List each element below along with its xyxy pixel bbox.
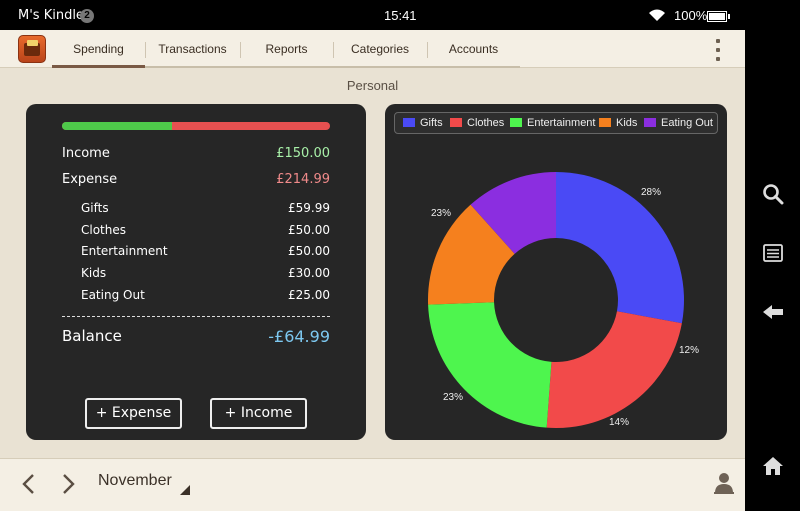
donut-chart[interactable]: 28% 23% 23% 14% 12%: [385, 104, 727, 440]
tab-divider: [145, 42, 146, 58]
app-logo-icon: [18, 35, 46, 63]
slice-percent-label: 23%: [431, 208, 451, 219]
slice-percent-label: 28%: [641, 187, 661, 198]
tab-spending[interactable]: Spending: [52, 30, 145, 68]
user-icon[interactable]: [714, 471, 734, 495]
tab-categories[interactable]: Categories: [333, 30, 427, 68]
chevron-right-icon[interactable]: [57, 471, 79, 497]
tab-transactions[interactable]: Transactions: [145, 30, 240, 68]
income-expense-bar: [62, 122, 330, 130]
tab-divider: [333, 42, 334, 58]
status-bar: M's Kindle 2 15:41 100%: [0, 0, 745, 30]
device-name: M's Kindle: [18, 8, 84, 23]
tab-reports[interactable]: Reports: [240, 30, 333, 68]
balance-value: -£64.99: [268, 327, 330, 346]
category-value: £25.00: [288, 288, 330, 302]
search-icon[interactable]: [753, 176, 793, 212]
category-value: £50.00: [288, 244, 330, 258]
divider: [62, 316, 330, 317]
donut-slice-gifts[interactable]: [556, 172, 684, 324]
slice-percent-label: 12%: [679, 345, 699, 356]
slice-percent-label: 14%: [609, 417, 629, 428]
overflow-menu-icon[interactable]: [712, 39, 724, 61]
category-label: Entertainment: [81, 244, 168, 258]
dropdown-caret-icon[interactable]: [180, 485, 190, 495]
app-window: Spending Transactions Reports Categories…: [0, 30, 745, 511]
back-arrow-icon[interactable]: [753, 294, 793, 330]
month-selector[interactable]: November: [98, 472, 172, 490]
category-value: £59.99: [288, 201, 330, 215]
notification-badge[interactable]: 2: [80, 9, 94, 23]
expense-value: £214.99: [276, 172, 330, 187]
donut-slice-clothes[interactable]: [546, 311, 682, 428]
notes-icon[interactable]: [753, 235, 793, 271]
category-label: Kids: [81, 266, 107, 280]
category-label: Eating Out: [81, 288, 145, 302]
add-income-button[interactable]: + Income: [210, 398, 307, 429]
tab-divider: [240, 42, 241, 58]
wifi-icon: [649, 9, 665, 21]
battery-percent: 100%: [674, 8, 708, 23]
income-label: Income: [62, 146, 110, 161]
category-label: Clothes: [81, 223, 126, 237]
spending-chart-panel: Gifts Clothes Entertainment Kids Eating …: [385, 104, 727, 440]
clock: 15:41: [384, 8, 417, 23]
spending-summary-board: Income £150.00 Expense £214.99 Gifts £59…: [26, 104, 366, 440]
category-value: £50.00: [288, 223, 330, 237]
account-title: Personal: [346, 78, 399, 93]
slice-percent-label: 23%: [443, 392, 463, 403]
tab-divider: [427, 42, 428, 58]
home-icon[interactable]: [753, 448, 793, 484]
tab-accounts[interactable]: Accounts: [427, 30, 520, 68]
income-value: £150.00: [276, 146, 330, 161]
tab-bar: Spending Transactions Reports Categories…: [0, 30, 745, 68]
category-value: £30.00: [288, 266, 330, 280]
bottom-bar: November: [0, 458, 745, 511]
expense-label: Expense: [62, 172, 118, 187]
add-expense-button[interactable]: + Expense: [85, 398, 182, 429]
battery-icon: [707, 11, 730, 22]
donut-slice-entertainment[interactable]: [428, 302, 552, 428]
category-label: Gifts: [81, 201, 109, 215]
balance-label: Balance: [62, 327, 122, 345]
system-nav-bar: [745, 0, 800, 511]
chevron-left-icon[interactable]: [18, 471, 40, 497]
